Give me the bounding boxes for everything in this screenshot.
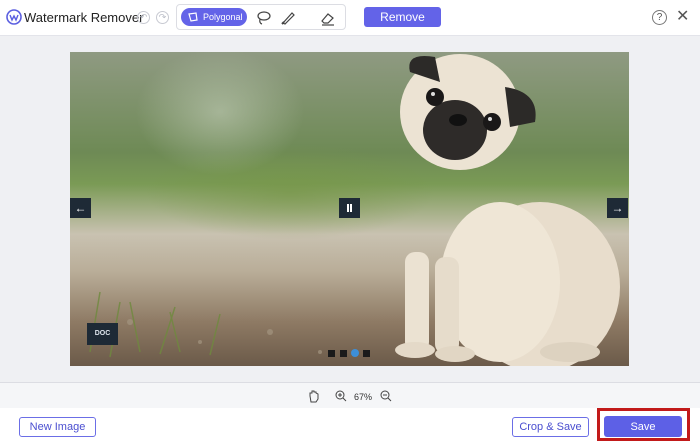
app-title: Watermark Remover [24,10,144,25]
zoom-out-icon[interactable] [380,390,392,402]
remove-button[interactable]: Remove [364,7,441,27]
image-preview[interactable]: ← → DOC [70,52,629,366]
watermark-text: DOC [94,330,111,337]
polygonal-tool-button[interactable]: Polygonal [181,8,247,26]
previous-slide-button[interactable]: ← [70,198,91,218]
slide-dot-1[interactable] [328,350,335,357]
zoom-level: 67% [354,392,373,402]
slide-dot-4[interactable] [363,350,370,357]
redo-icon[interactable]: ↷ [156,11,169,24]
eraser-icon[interactable] [319,9,337,27]
new-image-button[interactable]: New Image [19,417,96,437]
polygonal-tool-label: Polygonal [203,12,243,22]
zoom-bar: 67% [0,382,700,408]
crop-and-save-button[interactable]: Crop & Save [512,417,589,437]
lasso-icon[interactable] [255,9,273,27]
watermark-logo: DOC [87,323,118,345]
next-slide-button[interactable]: → [607,198,628,218]
slide-dot-3[interactable] [351,349,359,357]
zoom-in-icon[interactable] [335,390,347,402]
app-logo-icon [6,9,22,25]
polygon-icon [188,12,198,22]
selection-tool-group: Polygonal [176,4,346,30]
undo-icon[interactable]: ↶ [137,11,150,24]
pause-slideshow-button[interactable] [339,198,360,218]
save-button[interactable]: Save [604,416,682,437]
hand-pan-icon[interactable] [307,389,321,403]
brush-icon[interactable] [279,9,297,27]
close-icon[interactable]: ✕ [676,8,689,26]
bottom-bar [0,408,700,445]
top-toolbar: Watermark Remover ↶ ↷ Polygonal Remove ?… [0,0,700,36]
help-icon[interactable]: ? [652,10,667,25]
slide-dot-2[interactable] [340,350,347,357]
